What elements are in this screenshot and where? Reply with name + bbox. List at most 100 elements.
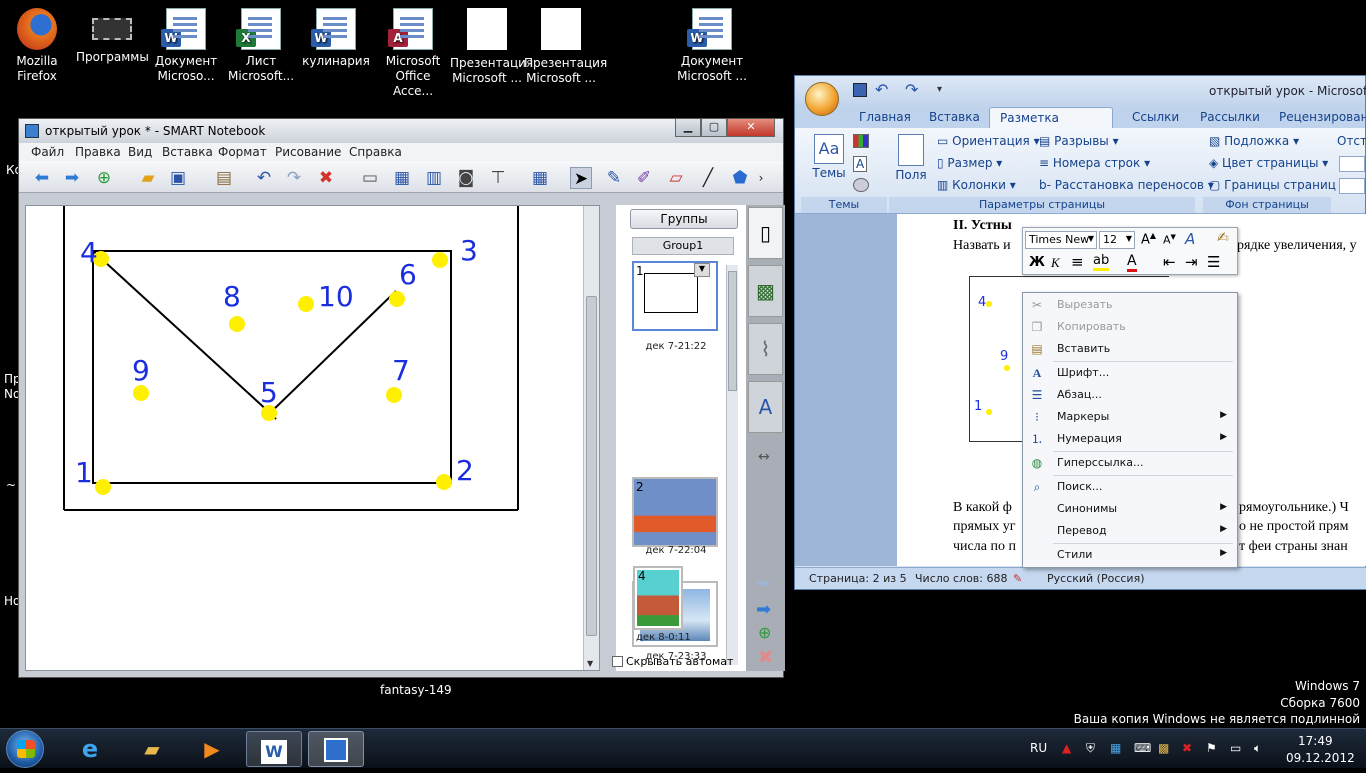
autohide-checkbox[interactable] <box>612 656 623 667</box>
styles-icon[interactable]: A <box>1185 230 1195 248</box>
bold-icon[interactable]: Ж <box>1029 255 1045 270</box>
theme-colors-icon[interactable] <box>853 134 869 148</box>
highlight-icon[interactable]: ab <box>1093 253 1110 271</box>
tab-mailings[interactable]: Рассылки <box>1200 110 1260 124</box>
resize-arrows-icon[interactable]: ↔ <box>758 449 770 465</box>
language-indicator[interactable]: RU <box>1030 741 1047 755</box>
forward-icon[interactable]: ➡ <box>61 167 83 189</box>
eraser-icon[interactable]: ▱ <box>665 167 687 189</box>
canvas-scrollbar[interactable]: ▼ <box>583 206 599 670</box>
smart-notebook-task-icon[interactable] <box>308 731 364 767</box>
dual-page-icon[interactable]: ▥ <box>423 167 445 189</box>
menu-item-lookup[interactable]: ⌕ Поиск... <box>1023 476 1237 498</box>
center-align-icon[interactable]: ≡ <box>1071 253 1084 271</box>
page-count-status[interactable]: Страница: 2 из 5 <box>809 572 907 585</box>
orientation-button[interactable]: ▭ Ориентация ▾ <box>937 134 1040 148</box>
language-status[interactable]: Русский (Россия) <box>1047 572 1145 585</box>
desktop-icon-word-doc[interactable]: W Документ Microso... <box>150 2 222 84</box>
grow-font-icon[interactable]: A▲ <box>1141 231 1156 247</box>
watermark-button[interactable]: ▧ Подложка ▾ <box>1209 134 1299 148</box>
format-painter-icon[interactable]: ✍ <box>1217 230 1229 246</box>
tab-references[interactable]: Ссылки <box>1132 110 1179 124</box>
scrollbar-thumb[interactable] <box>586 296 597 636</box>
keyboard-tray-icon[interactable]: ⌨ <box>1134 741 1151 755</box>
shrink-font-icon[interactable]: A▼ <box>1163 233 1176 247</box>
smart-board-tray-icon[interactable]: ▦ <box>1110 741 1121 755</box>
desktop-icon-label-fantasy[interactable]: fantasy-149 <box>380 683 452 697</box>
indent-left-field[interactable] <box>1339 156 1365 172</box>
indent-right-field[interactable] <box>1339 178 1365 194</box>
internet-explorer-icon[interactable]: e <box>62 731 118 767</box>
battery-tray-icon[interactable]: ▭ <box>1230 741 1241 755</box>
bullets-icon[interactable]: ☰ <box>1207 253 1220 271</box>
adobe-tray-icon[interactable]: ▲ <box>1062 741 1071 755</box>
page-thumbnail[interactable]: 2 <box>632 477 718 547</box>
menu-item-paste[interactable]: ▤ Вставить <box>1023 338 1237 360</box>
size-button[interactable]: ▯ Размер ▾ <box>937 156 1002 170</box>
desktop-icon-word-doc-2[interactable]: W Документ Microsoft ... <box>676 2 748 84</box>
desktop-icon-firefox[interactable]: Mozilla Firefox <box>1 2 73 84</box>
capture-icon[interactable]: ◙ <box>455 167 477 189</box>
undo-icon[interactable]: ↶ <box>875 80 888 99</box>
scroll-down-arrow[interactable]: ▼ <box>587 659 593 668</box>
line-numbers-button[interactable]: ≡ Номера строк ▾ <box>1039 156 1150 170</box>
move-right-icon[interactable]: ➡ <box>756 599 771 620</box>
document-camera-icon[interactable]: ⊤ <box>487 167 509 189</box>
office-button-icon[interactable] <box>805 82 839 116</box>
menu-edit[interactable]: Правка <box>75 145 121 159</box>
properties-tab-icon[interactable]: A <box>748 381 783 433</box>
select-arrow-icon[interactable]: ➤ <box>570 167 592 189</box>
thumbnail-menu-arrow[interactable]: ▼ <box>694 263 710 277</box>
minimize-button[interactable]: ▁ <box>675 119 701 137</box>
media-player-icon[interactable]: ▶ <box>184 731 240 767</box>
clock-time[interactable]: 17:49 <box>1298 734 1333 748</box>
save-icon[interactable]: ▣ <box>167 167 189 189</box>
increase-indent-icon[interactable]: ⇥ <box>1185 253 1198 271</box>
start-button[interactable] <box>6 730 44 768</box>
desktop-icon-cooking[interactable]: W кулинария <box>300 2 372 69</box>
font-size-box[interactable]: 12 ▼ <box>1099 231 1135 249</box>
notebook-canvas[interactable]: 1 2 3 4 5 6 7 8 9 10 ▼ <box>25 205 600 671</box>
menu-item-synonyms[interactable]: Синонимы ▶ <box>1023 498 1237 520</box>
app-tray-icon[interactable]: ▩ <box>1158 741 1169 755</box>
table-icon[interactable]: ▦ <box>529 167 551 189</box>
page-color-button[interactable]: ◈ Цвет страницы ▾ <box>1209 156 1328 170</box>
close-button[interactable]: ✕ <box>727 119 775 137</box>
menu-draw[interactable]: Рисование <box>275 145 341 159</box>
desktop-icon-presentation-2[interactable]: Презентация Microsoft ... <box>524 2 607 86</box>
page-thumbnail[interactable]: 1 ▼ <box>632 261 718 331</box>
menu-view[interactable]: Вид <box>128 145 152 159</box>
tab-review[interactable]: Рецензирование <box>1279 110 1366 124</box>
gallery-tab-icon[interactable]: ▩ <box>748 265 783 317</box>
scrollbar-thumb[interactable] <box>728 271 737 391</box>
shapes-icon[interactable]: ⬟ <box>729 167 751 189</box>
add-page-icon[interactable]: ⊕ <box>93 167 115 189</box>
more-icon[interactable]: › <box>755 167 767 189</box>
font-name-box[interactable]: Times New ▼ <box>1025 231 1097 249</box>
page-sorter-tab-icon[interactable]: ▯ <box>748 207 783 259</box>
menu-item-bullets[interactable]: ⁝ Маркеры ▶ <box>1023 406 1237 428</box>
breaks-button[interactable]: ▤ Разрывы ▾ <box>1039 134 1119 148</box>
group-header[interactable]: Group1 <box>632 237 734 255</box>
back-icon[interactable]: ⬅ <box>31 167 53 189</box>
redo-icon[interactable]: ↷ <box>283 167 305 189</box>
desktop-icon-presentation-1[interactable]: Презентация Microsoft ... <box>450 2 533 86</box>
theme-fonts-icon[interactable]: A <box>853 156 868 172</box>
delete-page-icon[interactable]: ✖ <box>758 647 773 668</box>
menu-help[interactable]: Справка <box>349 145 402 159</box>
desktop-icon-access[interactable]: A Microsoft Office Acce... <box>377 2 449 99</box>
redo-icon[interactable]: ↷ <box>905 80 918 99</box>
menu-item-font[interactable]: A Шрифт... <box>1023 362 1237 384</box>
columns-button[interactable]: ▥ Колонки ▾ <box>937 178 1016 192</box>
add-page-side-icon[interactable]: ⊕ <box>758 623 771 642</box>
menu-item-paragraph[interactable]: ☰ Абзац... <box>1023 384 1237 406</box>
word-count-status[interactable]: Число слов: 688 <box>915 572 1008 585</box>
volume-icon[interactable]: 🔈︎ <box>1254 741 1261 756</box>
screen-shade-icon[interactable]: ▭ <box>359 167 381 189</box>
page-thumbnail[interactable]: 4 <box>633 566 683 630</box>
paste-icon[interactable]: ▤ <box>213 167 235 189</box>
attachments-tab-icon[interactable]: ⌇ <box>748 323 783 375</box>
italic-icon[interactable]: К <box>1051 255 1060 271</box>
menu-file[interactable]: Файл <box>31 145 64 159</box>
move-left-icon[interactable]: ⬅ <box>756 573 771 594</box>
